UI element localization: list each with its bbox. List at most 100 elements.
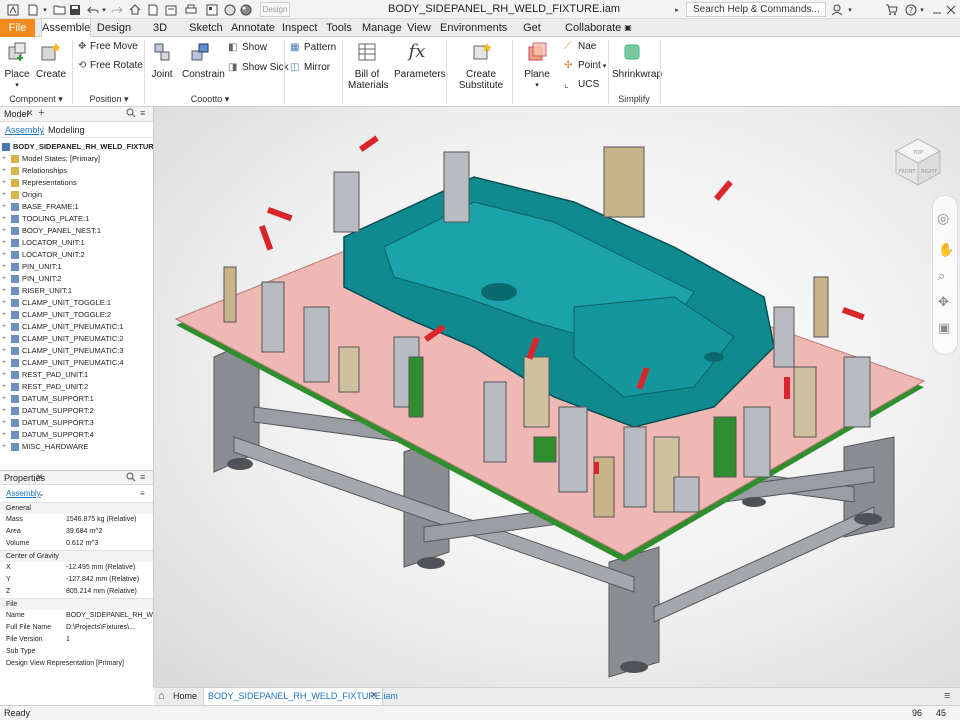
workspace-chip[interactable]: Design [260,2,290,17]
expand-icon[interactable]: + [2,275,8,282]
zoom-icon[interactable]: ⌕ [938,268,945,284]
mirror-button[interactable]: ◫ Mirror [290,62,330,74]
create-substitute-button[interactable]: Create Substitute [458,41,504,91]
sign-in-dropdown-icon[interactable]: ▾ [846,2,854,17]
expand-icon[interactable]: + [2,395,8,402]
tab-assemble[interactable]: Assemble [41,18,91,37]
look-at-icon[interactable]: ▣ [938,320,950,336]
pattern-button[interactable]: ▦ Pattern [290,42,336,54]
expand-icon[interactable]: + [2,335,8,342]
component-group-label[interactable]: Component ▾ [4,94,68,105]
open-icon[interactable] [146,2,160,17]
expand-icon[interactable]: + [2,179,8,186]
view-cube-right[interactable]: RIGHT [921,169,938,175]
tab-get-started[interactable]: Get Started [507,19,557,52]
appearance-icon[interactable] [238,2,254,17]
properties-close-icon[interactable]: ✕ [36,472,44,483]
parameters-button[interactable]: fx Parameters [394,41,446,80]
ucs-button[interactable]: ⌞ UCS [564,79,599,91]
expand-icon[interactable]: + [2,323,8,330]
tab-options-icon[interactable]: ▣ [622,19,634,37]
view-cube[interactable]: TOP FRONT RIGHT [890,131,946,187]
axis-button[interactable]: ⟋ Nae [564,41,596,53]
title-dropdown-icon[interactable]: ▸ [672,2,682,17]
pan-icon[interactable]: ✋ [938,242,954,258]
model-panel-add-icon[interactable]: + [38,107,44,119]
properties-search-icon[interactable] [126,472,136,484]
help-dropdown-icon[interactable]: ▾ [918,2,926,17]
print-icon[interactable] [184,2,198,17]
tab-environments[interactable]: Environments [440,19,507,37]
file-section[interactable]: File [0,598,153,610]
place-button[interactable]: Place ▾ [4,41,30,91]
home-tab-icon[interactable]: ⌂ [158,690,165,702]
create-button[interactable]: Create [36,41,66,80]
close-icon[interactable] [944,2,958,17]
expand-icon[interactable]: + [2,359,8,366]
open-folder-icon[interactable] [52,2,66,17]
tab-3d-model[interactable]: 3D Model [137,19,183,52]
tab-annotate[interactable]: Annotate [230,19,276,37]
expand-icon[interactable]: + [2,311,8,318]
tab-modeling[interactable]: Modeling [48,125,85,135]
tab-manage[interactable]: Manage [362,19,402,37]
expand-icon[interactable]: + [2,287,8,294]
materials-icon[interactable] [222,2,238,17]
tab-inspect[interactable]: Inspect [282,19,317,37]
position-group-label[interactable]: Position ▾ [76,94,142,105]
tab-tools[interactable]: Tools [324,19,354,37]
expand-icon[interactable]: + [2,215,8,222]
undo-dropdown-icon[interactable]: ▾ [100,2,108,17]
open-drawing-icon[interactable] [164,2,178,17]
show-button[interactable]: ◧ Show [228,42,267,54]
shrinkwrap-button[interactable]: Shrinkwrap [612,41,662,80]
expand-icon[interactable]: + [2,167,8,174]
help-icon[interactable]: ? [904,2,918,17]
graphics-viewport[interactable]: TOP FRONT RIGHT ◎ ✋ ⌕ ✥ ▣ [154,107,960,687]
minimize-icon[interactable] [930,2,944,17]
model-panel-close-icon[interactable]: ✕ [26,108,34,119]
cart-icon[interactable] [884,2,898,17]
expand-icon[interactable]: + [2,203,8,210]
tab-sketch[interactable]: Sketch [188,19,224,37]
bill-of-materials-button[interactable]: Bill of Materials [348,41,389,91]
tab-collaborate[interactable]: Collaborate [565,19,621,37]
view-cube-top[interactable]: TOP [912,150,923,156]
tab-assembly[interactable]: Assembly [5,125,44,135]
expand-icon[interactable]: + [2,431,8,438]
place-dropdown-icon[interactable]: ▾ [4,80,30,91]
expand-icon[interactable]: + [2,155,8,162]
new-dropdown-icon[interactable]: ▾ [40,2,50,17]
expand-icon[interactable]: + [2,347,8,354]
model-search-icon[interactable] [126,108,136,120]
save-icon[interactable] [68,2,82,17]
redo-icon[interactable] [110,2,124,17]
general-section[interactable]: General [0,502,153,514]
tab-file[interactable]: File [0,19,35,37]
new-file-icon[interactable] [26,2,40,17]
expand-icon[interactable]: + [2,419,8,426]
simplify-group-label[interactable]: Simplify [612,94,656,104]
expand-icon[interactable]: + [2,239,8,246]
tab-design[interactable]: Design [95,19,133,37]
show-sick-button[interactable]: ◨ Show Sick [228,62,289,74]
expand-icon[interactable]: + [2,383,8,390]
properties-scope[interactable]: Assembly ⌄ ≡ [0,488,153,500]
properties-menu-icon[interactable]: ≡ [140,472,145,482]
expand-icon[interactable]: + [2,227,8,234]
free-rotate-button[interactable]: ⟲ Free Rotate [78,60,143,72]
project-icon[interactable] [204,2,220,17]
expand-icon[interactable]: + [2,263,8,270]
document-tab[interactable]: BODY_SIDEPANEL_RH_WELD_FIXTURE.iam ✕ [203,688,398,705]
constrain-button[interactable]: Constrain [182,41,225,80]
expand-icon[interactable]: + [2,443,8,450]
steering-wheel-icon[interactable]: ◎ [937,210,949,227]
free-move-button[interactable]: ✥ Free Move [78,41,138,53]
document-tab-close-icon[interactable]: ✕ [370,690,378,701]
expand-icon[interactable]: + [2,251,8,258]
orbit-icon[interactable]: ✥ [938,294,949,310]
app-logo-icon[interactable] [6,2,20,17]
sign-in-icon[interactable] [830,2,844,17]
view-cube-front[interactable]: FRONT [898,169,916,175]
point-button[interactable]: ✣ Point ▾ [564,60,606,73]
